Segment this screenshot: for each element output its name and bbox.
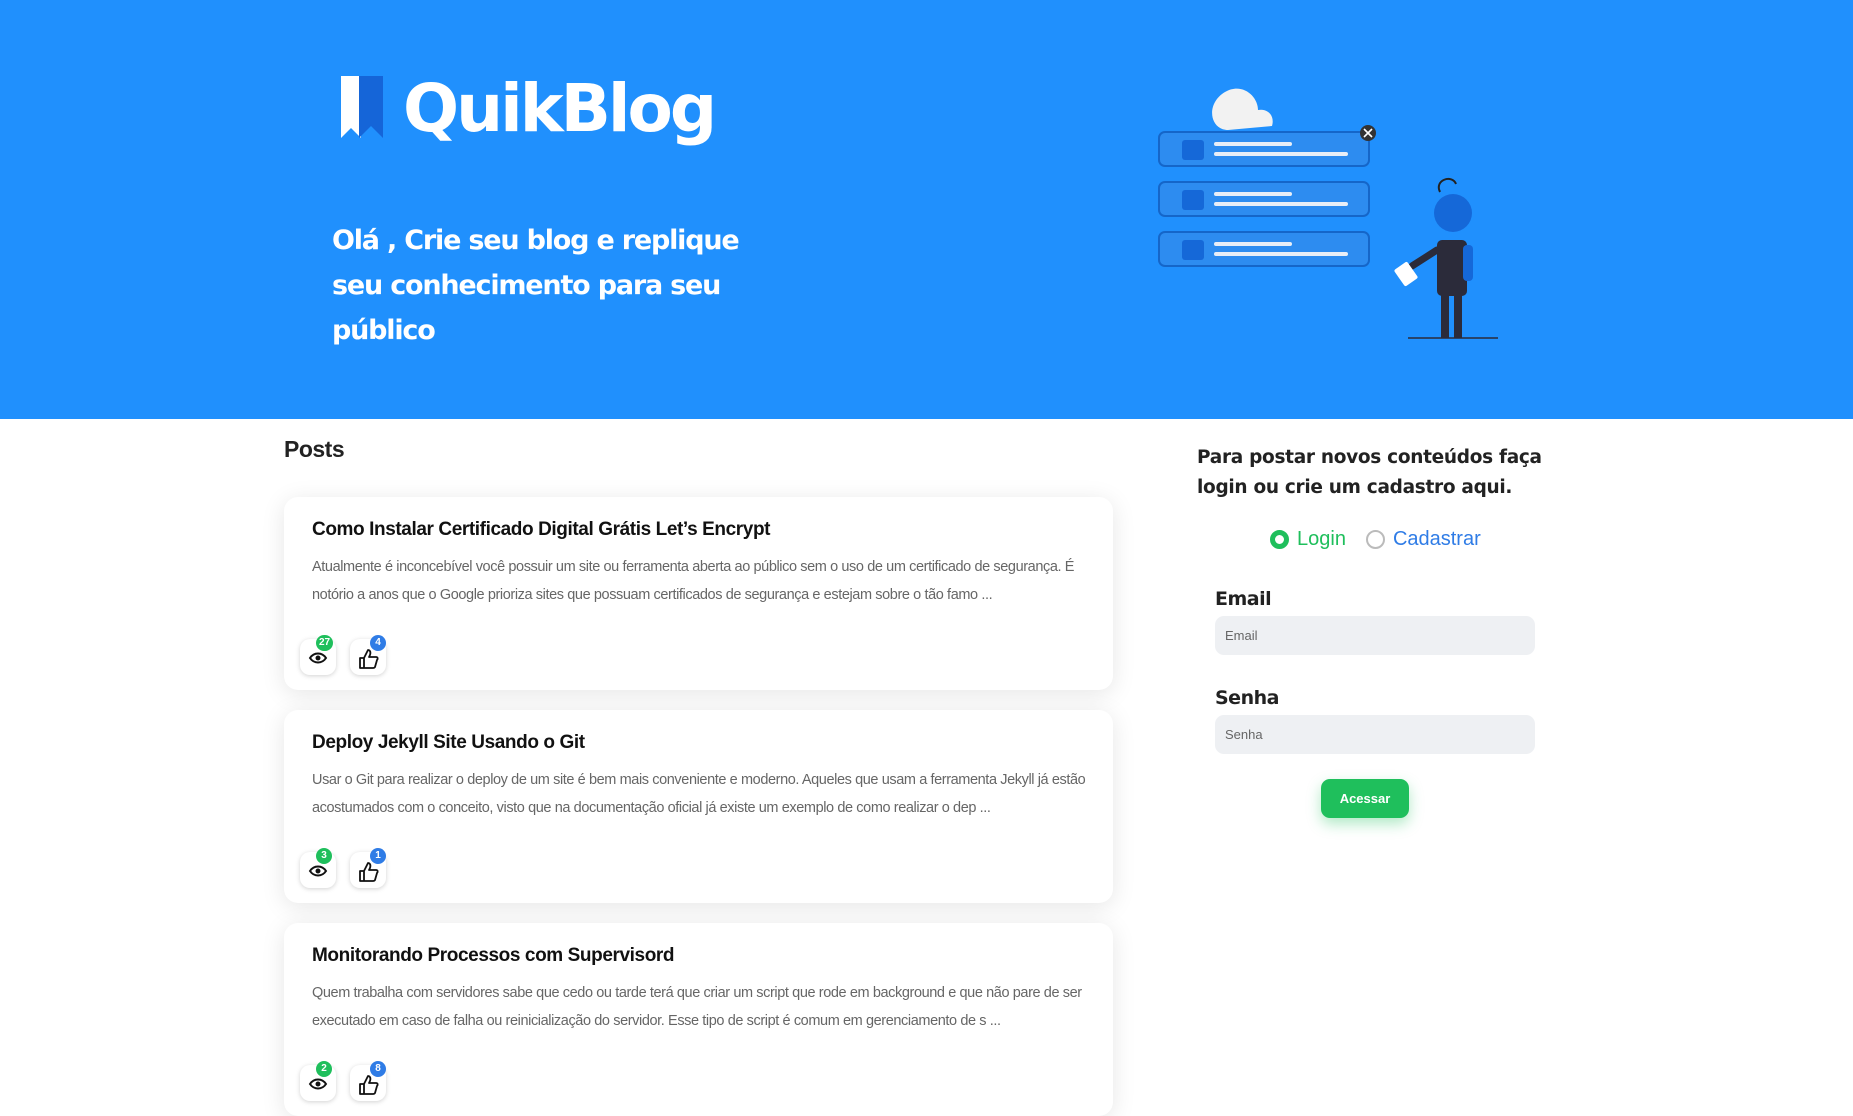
- likes-count-badge: 8: [370, 1061, 386, 1077]
- email-label: Email: [1215, 588, 1272, 610]
- brand-logo[interactable]: QuikBlog: [337, 70, 717, 147]
- radio-unselected-icon[interactable]: [1365, 530, 1385, 549]
- views-counter: 2: [300, 1061, 336, 1101]
- thumbs-up-icon: [359, 1075, 379, 1095]
- views-counter: 3: [300, 848, 336, 888]
- password-label: Senha: [1215, 687, 1279, 709]
- post-card[interactable]: Deploy Jekyll Site Usando o Git Usar o G…: [284, 710, 1113, 903]
- posts-heading: Posts: [284, 436, 345, 462]
- register-radio-label[interactable]: Cadastrar: [1393, 528, 1481, 551]
- likes-count-badge: 4: [370, 635, 386, 651]
- views-counter: 27: [300, 635, 336, 675]
- register-radio[interactable]: Cadastrar: [1365, 528, 1481, 551]
- post-card[interactable]: Monitorando Processos com Supervisord Qu…: [284, 923, 1113, 1116]
- password-field[interactable]: [1215, 715, 1535, 754]
- like-button[interactable]: 8: [350, 1061, 386, 1101]
- hero-banner: QuikBlog Olá , Crie seu blog e replique …: [0, 0, 1853, 419]
- email-field[interactable]: [1215, 616, 1535, 655]
- radio-selected-icon[interactable]: [1270, 530, 1289, 549]
- thumbs-up-icon: [359, 649, 379, 669]
- hero-tagline: Olá , Crie seu blog e replique seu conhe…: [332, 225, 740, 346]
- auth-heading: Para postar novos conteúdos faça login o…: [1197, 447, 1542, 498]
- like-button[interactable]: 4: [350, 635, 386, 675]
- post-title[interactable]: Monitorando Processos com Supervisord: [312, 945, 675, 967]
- post-excerpt: Atualmente é inconcebível você possuir u…: [312, 559, 1075, 603]
- post-title[interactable]: Deploy Jekyll Site Usando o Git: [312, 732, 585, 754]
- auth-panel: Para postar novos conteúdos faça login o…: [1197, 443, 1557, 818]
- post-excerpt: Quem trabalha com servidores sabe que ce…: [312, 985, 1082, 1029]
- auth-mode-toggle: Login Cadastrar: [1270, 528, 1501, 551]
- post-card[interactable]: Como Instalar Certificado Digital Grátis…: [284, 497, 1113, 690]
- likes-count-badge: 1: [370, 848, 386, 864]
- views-count-badge: 2: [316, 1061, 332, 1077]
- submit-button[interactable]: Acessar: [1321, 779, 1409, 818]
- views-count-badge: 3: [316, 848, 332, 864]
- thumbs-up-icon: [359, 862, 379, 882]
- post-title[interactable]: Como Instalar Certificado Digital Grátis…: [312, 519, 770, 541]
- views-count-badge: 27: [316, 635, 334, 651]
- post-excerpt: Usar o Git para realizar o deploy de um …: [312, 772, 1086, 816]
- login-radio[interactable]: Login: [1270, 528, 1346, 551]
- bookmark-icon: [337, 76, 385, 142]
- brand-name: QuikBlog: [403, 70, 717, 147]
- person-with-list-illustration: [1158, 88, 1498, 339]
- like-button[interactable]: 1: [350, 848, 386, 888]
- login-radio-label[interactable]: Login: [1297, 528, 1346, 551]
